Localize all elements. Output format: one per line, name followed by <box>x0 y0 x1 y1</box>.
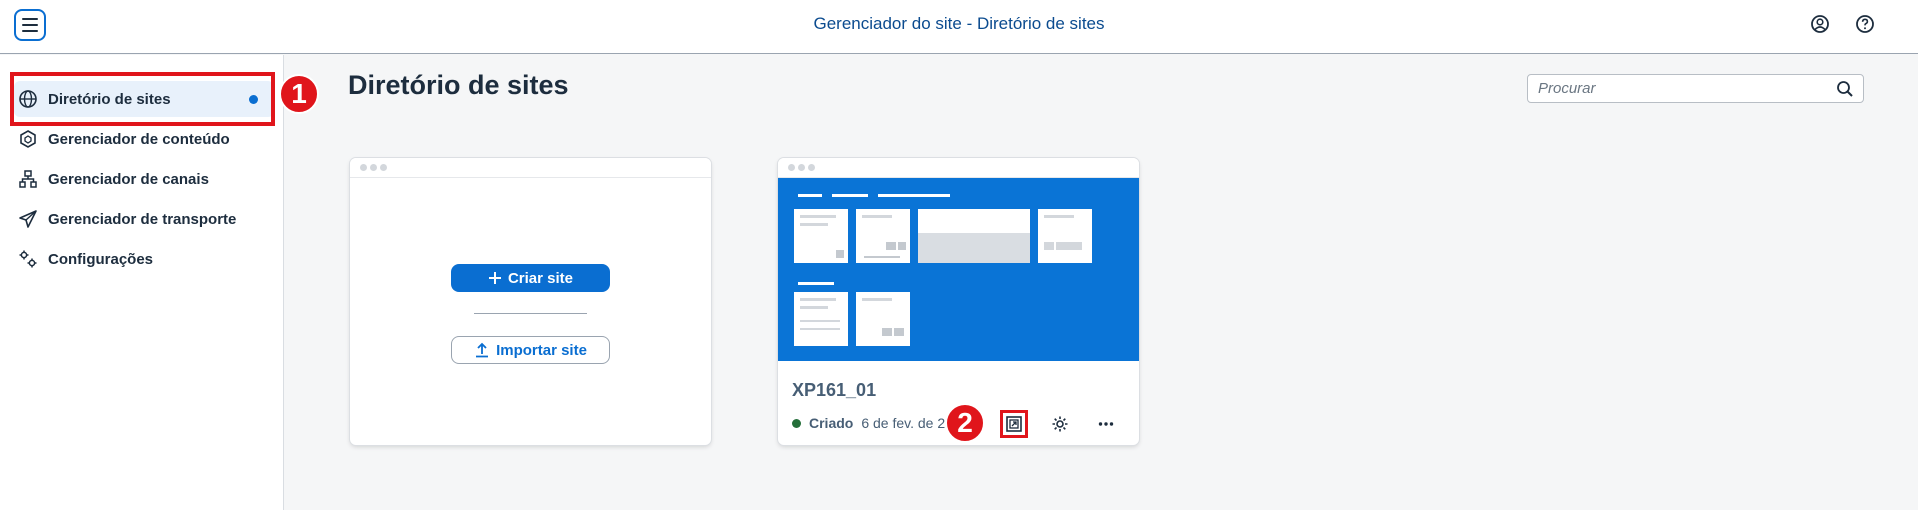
annotation-callout-2: 2 <box>945 403 985 443</box>
sidebar-item-label: Gerenciador de canais <box>48 170 209 188</box>
site-card-actions <box>1000 410 1120 438</box>
more-options-icon <box>1098 422 1114 426</box>
sidebar-item-label: Gerenciador de conteúdo <box>48 130 230 148</box>
gear-icon <box>1052 416 1068 432</box>
create-site-label: Criar site <box>507 269 574 287</box>
hierarchy-icon <box>17 168 39 190</box>
card-window-bar <box>350 158 711 178</box>
site-thumbnail-image <box>778 178 1139 361</box>
search-icon[interactable] <box>1833 77 1857 101</box>
created-date: 6 de fev. de 2 <box>861 415 946 431</box>
cube-icon <box>17 128 39 150</box>
site-settings-button[interactable] <box>1046 410 1074 438</box>
site-name: XP161_01 <box>792 380 877 400</box>
site-status: Criado 6 de fev. de 2 <box>792 415 945 431</box>
go-to-site-icon <box>1006 416 1022 432</box>
plus-icon <box>488 272 501 284</box>
create-site-button[interactable]: Criar site <box>451 264 610 292</box>
user-profile-icon[interactable] <box>1810 14 1830 34</box>
sidebar-item-label: Gerenciador de transporte <box>48 210 237 228</box>
sidebar-item-content-manager[interactable]: Gerenciador de conteúdo <box>14 121 274 157</box>
upload-icon <box>476 342 489 358</box>
sidebar-item-label: Configurações <box>48 250 154 268</box>
sidebar-item-settings[interactable]: Configurações <box>14 241 274 277</box>
card-window-bar <box>778 158 1139 178</box>
search-field[interactable] <box>1527 74 1864 103</box>
header-title: Gerenciador do site - Diretório de sites <box>813 14 1105 33</box>
site-card[interactable]: XP161_01 Criado 6 de fev. de 2 <box>778 158 1139 445</box>
import-site-button[interactable]: Importar site <box>451 336 610 364</box>
sidebar-item-channel-manager[interactable]: Gerenciador de canais <box>14 161 274 197</box>
page-title: Diretório de sites <box>348 70 569 100</box>
sidebar-item-transport-manager[interactable]: Gerenciador de transporte <box>14 201 274 237</box>
status-dot <box>792 418 801 428</box>
create-site-card: Criar site Importar site <box>350 158 711 445</box>
go-to-site-button[interactable] <box>1000 410 1028 438</box>
import-site-label: Importar site <box>496 341 587 359</box>
search-input[interactable] <box>1528 80 1833 97</box>
gears-icon <box>17 248 39 270</box>
divider <box>474 313 587 314</box>
shell-header: Gerenciador do site - Diretório de sites <box>0 0 1918 54</box>
paper-plane-icon <box>17 208 39 230</box>
annotation-callout-1: 1 <box>279 74 319 114</box>
status-text: Criado <box>809 415 854 431</box>
more-options-button[interactable] <box>1092 410 1120 438</box>
help-icon[interactable] <box>1855 14 1875 34</box>
annotation-highlight-box-1 <box>10 72 275 126</box>
